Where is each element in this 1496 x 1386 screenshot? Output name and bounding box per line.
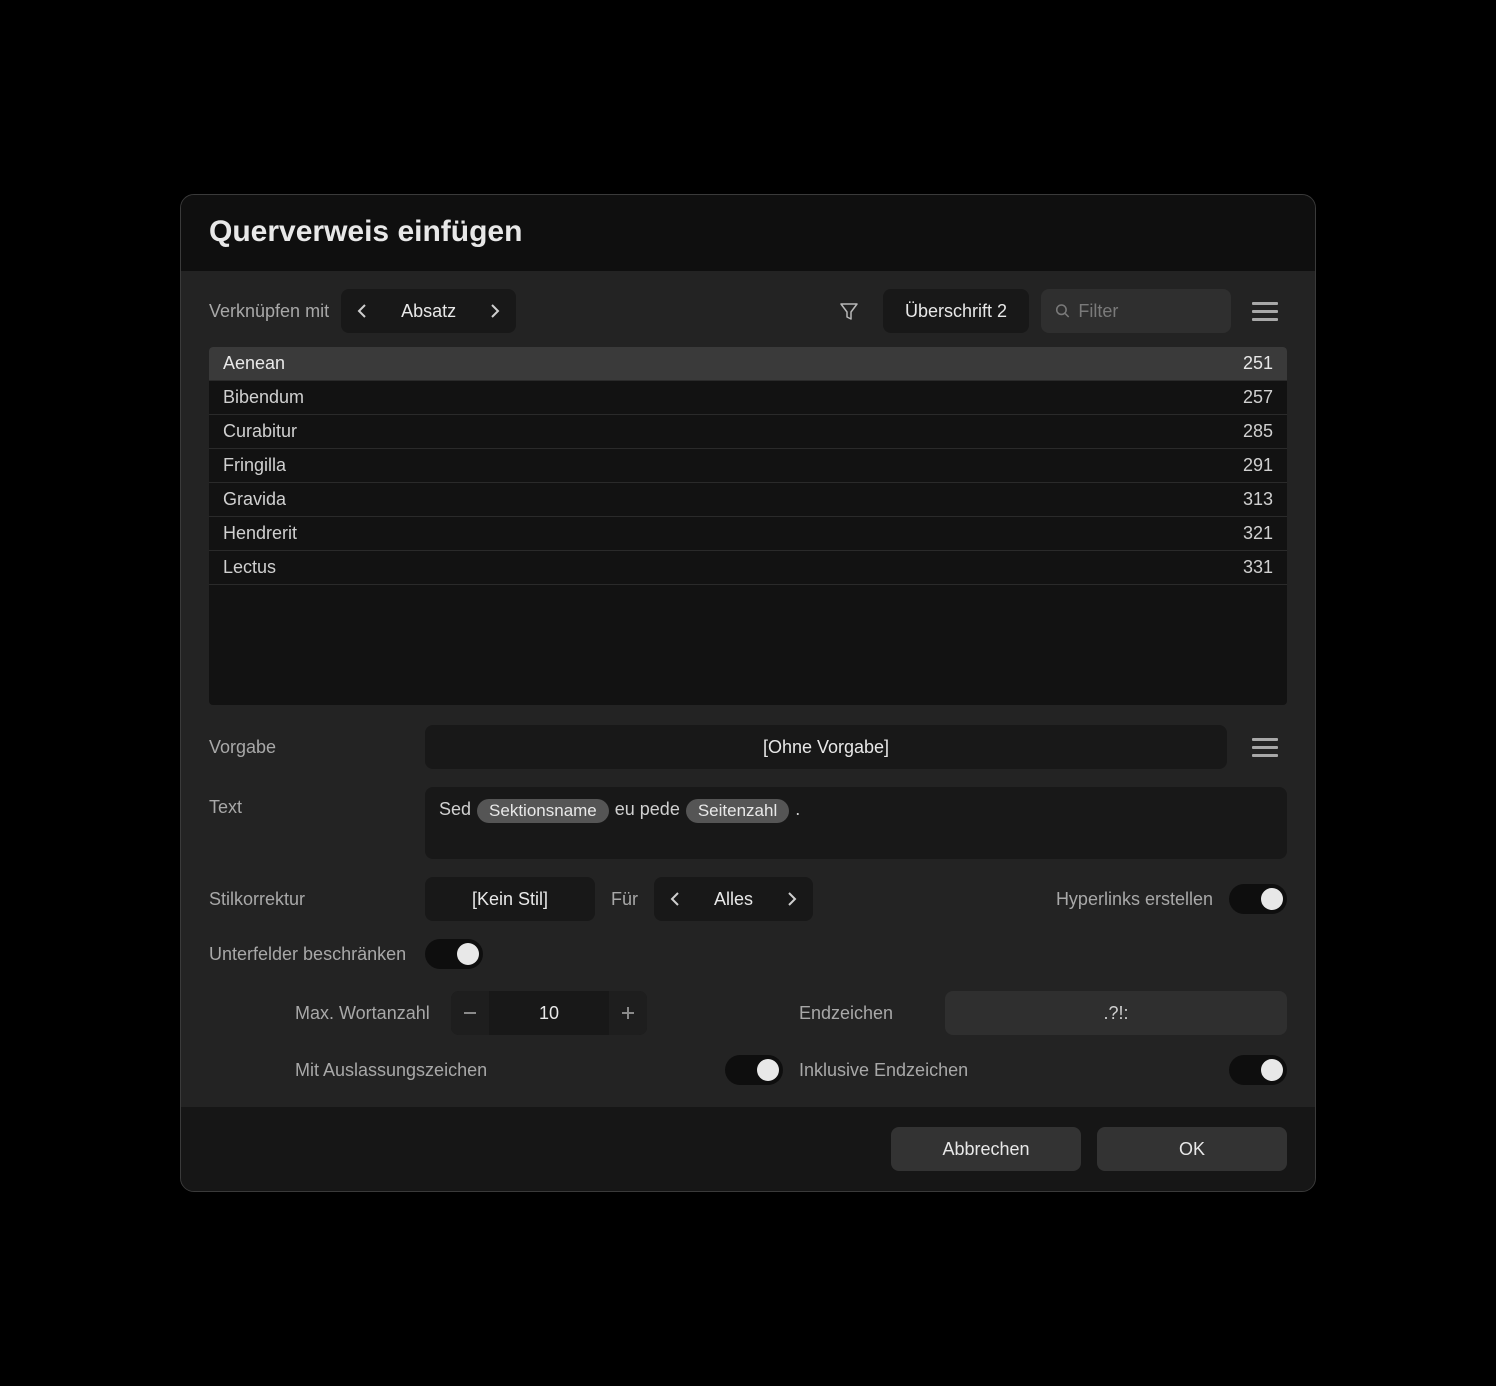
list-item[interactable]: Curabitur 285 [209, 415, 1287, 449]
top-controls: Verknüpfen mit Absatz Überschrift 2 [209, 289, 1287, 333]
list-item[interactable]: Lectus 331 [209, 551, 1287, 585]
heading-level-select[interactable]: Überschrift 2 [883, 289, 1029, 333]
chevron-left-icon [670, 891, 680, 907]
text-token: Sektionsname [477, 799, 609, 823]
include-end-toggle[interactable] [1229, 1055, 1287, 1085]
for-next[interactable] [771, 877, 813, 921]
hamburger-icon [1252, 302, 1278, 305]
list-item-name: Curabitur [223, 421, 297, 442]
link-with-prev[interactable] [341, 289, 383, 333]
link-with-next[interactable] [474, 289, 516, 333]
include-end-label: Inklusive Endzeichen [799, 1060, 1213, 1081]
hyperlinks-toggle[interactable] [1229, 884, 1287, 914]
preset-select[interactable]: [Ohne Vorgabe] [425, 725, 1227, 769]
funnel-icon [839, 301, 859, 321]
restrict-subsection: Max. Wortanzahl 10 Endzeichen [209, 991, 1287, 1085]
chevron-left-icon [357, 303, 367, 319]
restrict-label: Unterfelder beschränken [209, 944, 409, 965]
hamburger-icon [1252, 738, 1278, 741]
list-item-name: Gravida [223, 489, 286, 510]
ok-button[interactable]: OK [1097, 1127, 1287, 1171]
link-with-stepper: Absatz [341, 289, 516, 333]
filter-search[interactable] [1041, 289, 1231, 333]
list-item-page: 251 [1243, 353, 1273, 374]
text-literal: . [795, 799, 800, 820]
max-words-row: Max. Wortanzahl 10 Endzeichen [295, 991, 1287, 1035]
list-item-page: 321 [1243, 523, 1273, 544]
end-chars-label: Endzeichen [799, 1003, 929, 1024]
max-words-label: Max. Wortanzahl [295, 1003, 435, 1024]
list-item-page: 313 [1243, 489, 1273, 510]
minus-icon [464, 1012, 476, 1014]
list-item[interactable]: Aenean 251 [209, 347, 1287, 381]
form-section: Vorgabe [Ohne Vorgabe] Text Sed Sektionsn… [209, 725, 1287, 1085]
cross-reference-dialog: Querverweis einfügen Verknüpfen mit Absa… [180, 194, 1316, 1192]
list-item[interactable]: Gravida 313 [209, 483, 1287, 517]
list-item-page: 257 [1243, 387, 1273, 408]
max-words-stepper: 10 [451, 991, 647, 1035]
text-token: Seitenzahl [686, 799, 789, 823]
list-item[interactable]: Fringilla 291 [209, 449, 1287, 483]
preset-menu-button[interactable] [1243, 725, 1287, 769]
chevron-right-icon [490, 303, 500, 319]
end-chars-field[interactable]: .?!: [945, 991, 1287, 1035]
ellipsis-row: Mit Auslassungszeichen Inklusive Endzeic… [295, 1055, 1287, 1085]
preset-row: Vorgabe [Ohne Vorgabe] [209, 725, 1287, 769]
ellipsis-toggle[interactable] [725, 1055, 783, 1085]
style-select[interactable]: [Kein Stil] [425, 877, 595, 921]
list-item[interactable]: Hendrerit 321 [209, 517, 1287, 551]
filter-input[interactable] [1078, 301, 1217, 322]
title-bar: Querverweis einfügen [181, 195, 1315, 271]
style-row: Stilkorrektur [Kein Stil] Für Alles Hype… [209, 877, 1287, 921]
list-item-page: 291 [1243, 455, 1273, 476]
for-stepper: Alles [654, 877, 813, 921]
text-literal: eu pede [615, 799, 680, 820]
dialog-footer: Abbrechen OK [181, 1107, 1315, 1191]
filter-funnel-button[interactable] [827, 289, 871, 333]
search-icon [1055, 302, 1070, 320]
dialog-title: Querverweis einfügen [209, 215, 1287, 249]
list-item-name: Lectus [223, 557, 276, 578]
cancel-button[interactable]: Abbrechen [891, 1127, 1081, 1171]
text-label: Text [209, 787, 409, 818]
list-item-name: Fringilla [223, 455, 286, 476]
list-menu-button[interactable] [1243, 289, 1287, 333]
text-template-field[interactable]: Sed Sektionsname eu pede Seitenzahl. [425, 787, 1287, 859]
reference-list[interactable]: Aenean 251 Bibendum 257 Curabitur 285 Fringill… [209, 347, 1287, 705]
list-item[interactable]: Bibendum 257 [209, 381, 1287, 415]
list-item-name: Aenean [223, 353, 285, 374]
restrict-row: Unterfelder beschränken [209, 939, 1287, 969]
dialog-content: Verknüpfen mit Absatz Überschrift 2 [181, 271, 1315, 1107]
list-item-name: Hendrerit [223, 523, 297, 544]
max-words-decrement[interactable] [451, 991, 489, 1035]
link-with-value: Absatz [383, 301, 474, 322]
list-item-page: 331 [1243, 557, 1273, 578]
list-item-page: 285 [1243, 421, 1273, 442]
for-value: Alles [696, 889, 771, 910]
plus-icon [622, 1007, 634, 1019]
text-row: Text Sed Sektionsname eu pede Seitenzahl. [209, 787, 1287, 859]
list-item-name: Bibendum [223, 387, 304, 408]
ellipsis-label: Mit Auslassungszeichen [295, 1060, 709, 1081]
restrict-toggle[interactable] [425, 939, 483, 969]
chevron-right-icon [787, 891, 797, 907]
style-label: Stilkorrektur [209, 889, 409, 910]
max-words-value[interactable]: 10 [489, 991, 609, 1035]
for-label: Für [611, 889, 638, 910]
text-literal: Sed [439, 799, 471, 820]
for-prev[interactable] [654, 877, 696, 921]
max-words-increment[interactable] [609, 991, 647, 1035]
hyperlinks-label: Hyperlinks erstellen [1056, 889, 1213, 910]
preset-label: Vorgabe [209, 737, 409, 758]
link-with-label: Verknüpfen mit [209, 301, 329, 322]
